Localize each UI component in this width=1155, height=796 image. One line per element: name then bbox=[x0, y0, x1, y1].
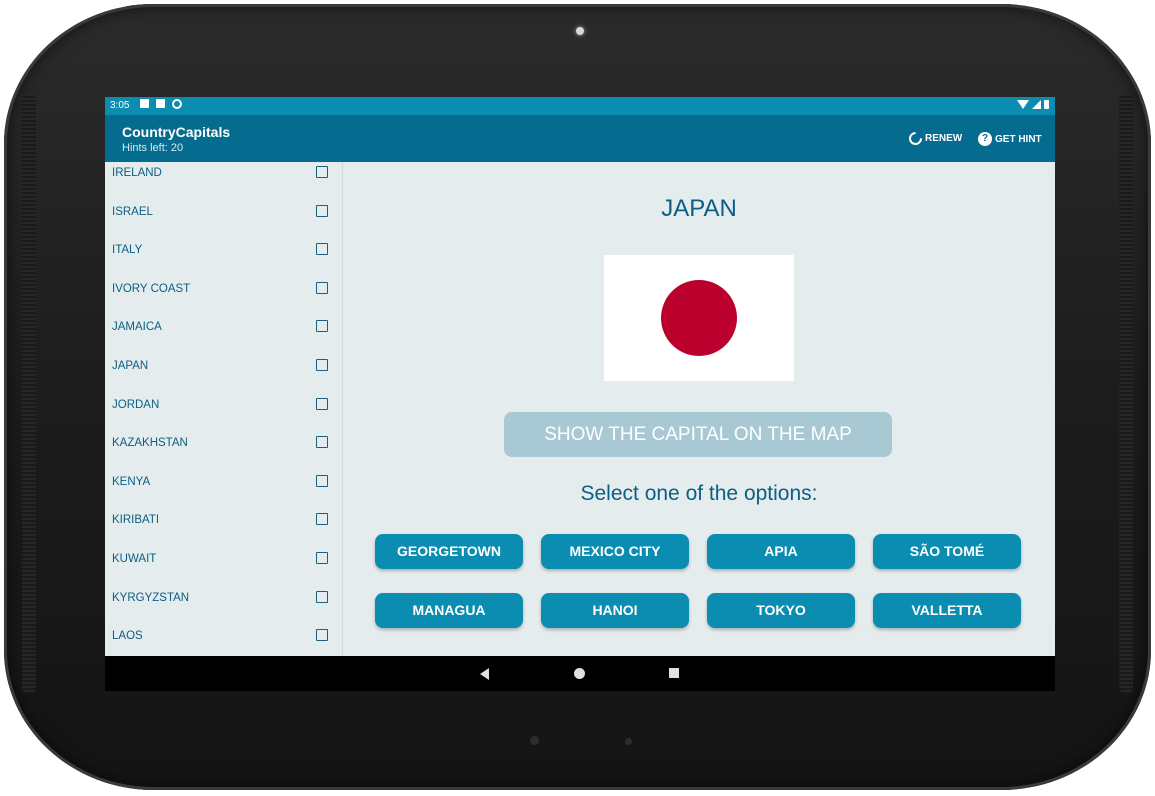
option-button[interactable]: SÃO TOMÉ bbox=[873, 534, 1021, 569]
country-title: JAPAN bbox=[661, 195, 737, 222]
list-item[interactable]: KUWAIT bbox=[105, 540, 342, 579]
list-item[interactable]: IVORY COAST bbox=[105, 270, 342, 309]
list-item[interactable]: JAMAICA bbox=[105, 308, 342, 347]
country-name: JORDAN bbox=[112, 398, 160, 411]
list-item[interactable]: KAZAKHSTAN bbox=[105, 424, 342, 463]
country-name: KIRIBATI bbox=[112, 514, 160, 527]
sd-card-icon bbox=[156, 99, 165, 108]
answer-options-grid: GEORGETOWN MEXICO CITY APIA SÃO TOMÉ MAN… bbox=[375, 534, 1021, 628]
wifi-icon bbox=[1017, 100, 1029, 109]
flag-red-disc bbox=[661, 280, 737, 356]
battery-icon bbox=[1044, 100, 1049, 109]
country-checkbox[interactable] bbox=[316, 204, 328, 217]
option-button[interactable]: MANAGUA bbox=[375, 593, 523, 628]
show-capital-on-map-button[interactable]: SHOW THE CAPITAL ON THE MAP bbox=[504, 412, 892, 457]
list-item[interactable]: LAOS bbox=[105, 617, 342, 656]
list-item[interactable]: ISRAEL bbox=[105, 193, 342, 232]
speaker-grille-right bbox=[1119, 94, 1133, 694]
status-notification-icons bbox=[140, 99, 182, 109]
country-checkbox[interactable] bbox=[316, 629, 328, 642]
country-checkbox[interactable] bbox=[316, 358, 328, 371]
list-item[interactable]: IRELAND bbox=[105, 162, 342, 193]
country-flag-image bbox=[604, 255, 794, 381]
country-checkbox[interactable] bbox=[316, 243, 328, 256]
app-screen: 3:05 CountryCapitals Hints left: 20 RENE… bbox=[105, 97, 1055, 691]
country-checkbox[interactable] bbox=[316, 397, 328, 410]
country-checkbox[interactable] bbox=[316, 320, 328, 333]
home-icon[interactable] bbox=[574, 668, 585, 679]
country-name: KUWAIT bbox=[112, 552, 157, 565]
country-checkbox[interactable] bbox=[316, 590, 328, 603]
country-name: IVORY COAST bbox=[112, 282, 191, 295]
status-bar: 3:05 bbox=[105, 97, 1055, 115]
country-checkbox[interactable] bbox=[316, 436, 328, 449]
list-item[interactable]: ITALY bbox=[105, 231, 342, 270]
option-button[interactable]: HANOI bbox=[541, 593, 689, 628]
renew-label: RENEW bbox=[925, 133, 963, 144]
option-button[interactable]: APIA bbox=[707, 534, 855, 569]
country-checkbox[interactable] bbox=[316, 281, 328, 294]
country-name: KYRGYZSTAN bbox=[112, 591, 190, 604]
back-icon[interactable] bbox=[480, 668, 489, 680]
country-name: IRELAND bbox=[112, 167, 162, 179]
sensor-dot bbox=[625, 738, 632, 745]
country-name: ISRAEL bbox=[112, 205, 153, 218]
country-checkbox[interactable] bbox=[316, 474, 328, 487]
country-name: LAOS bbox=[112, 630, 143, 643]
options-prompt: Select one of the options: bbox=[580, 482, 818, 505]
get-hint-button[interactable]: ? GET HINT bbox=[978, 132, 1042, 146]
country-name: ITALY bbox=[112, 244, 143, 257]
country-checkbox[interactable] bbox=[316, 513, 328, 526]
notification-a-icon bbox=[140, 99, 149, 108]
country-checkbox[interactable] bbox=[316, 551, 328, 564]
hints-left-text: Hints left: 20 bbox=[122, 142, 184, 154]
country-name: KAZAKHSTAN bbox=[112, 437, 188, 450]
list-item[interactable]: KYRGYZSTAN bbox=[105, 579, 342, 618]
option-button[interactable]: TOKYO bbox=[707, 593, 855, 628]
speaker-grille-left bbox=[22, 94, 36, 694]
country-list[interactable]: IRELAND ISRAEL ITALY IVORY COAST JAMAICA… bbox=[105, 162, 343, 656]
app-bar: CountryCapitals Hints left: 20 RENEW ? G… bbox=[105, 115, 1055, 162]
status-system-icons bbox=[1017, 100, 1049, 109]
country-name: JAPAN bbox=[112, 359, 149, 372]
app-title: CountryCapitals bbox=[122, 124, 231, 140]
front-camera bbox=[576, 27, 584, 35]
option-button[interactable]: GEORGETOWN bbox=[375, 534, 523, 569]
system-nav-bar bbox=[105, 656, 1055, 691]
list-item[interactable]: JAPAN bbox=[105, 347, 342, 386]
sensor-dot bbox=[530, 736, 539, 745]
refresh-icon bbox=[906, 129, 925, 148]
recent-apps-icon[interactable] bbox=[669, 668, 679, 678]
get-hint-label: GET HINT bbox=[995, 133, 1042, 145]
country-name: JAMAICA bbox=[112, 321, 162, 334]
quiz-panel: JAPAN SHOW THE CAPITAL ON THE MAP Select… bbox=[343, 162, 1055, 656]
help-icon: ? bbox=[978, 132, 992, 146]
country-name: KENYA bbox=[112, 475, 151, 488]
list-item[interactable]: KENYA bbox=[105, 463, 342, 502]
signal-icon bbox=[1032, 100, 1041, 109]
status-time: 3:05 bbox=[110, 100, 130, 111]
option-button[interactable]: VALLETTA bbox=[873, 593, 1021, 628]
list-item[interactable]: JORDAN bbox=[105, 386, 342, 425]
option-button[interactable]: MEXICO CITY bbox=[541, 534, 689, 569]
sync-icon bbox=[172, 99, 182, 109]
renew-button[interactable]: RENEW bbox=[906, 129, 963, 148]
list-item[interactable]: KIRIBATI bbox=[105, 501, 342, 540]
country-checkbox[interactable] bbox=[316, 166, 328, 178]
